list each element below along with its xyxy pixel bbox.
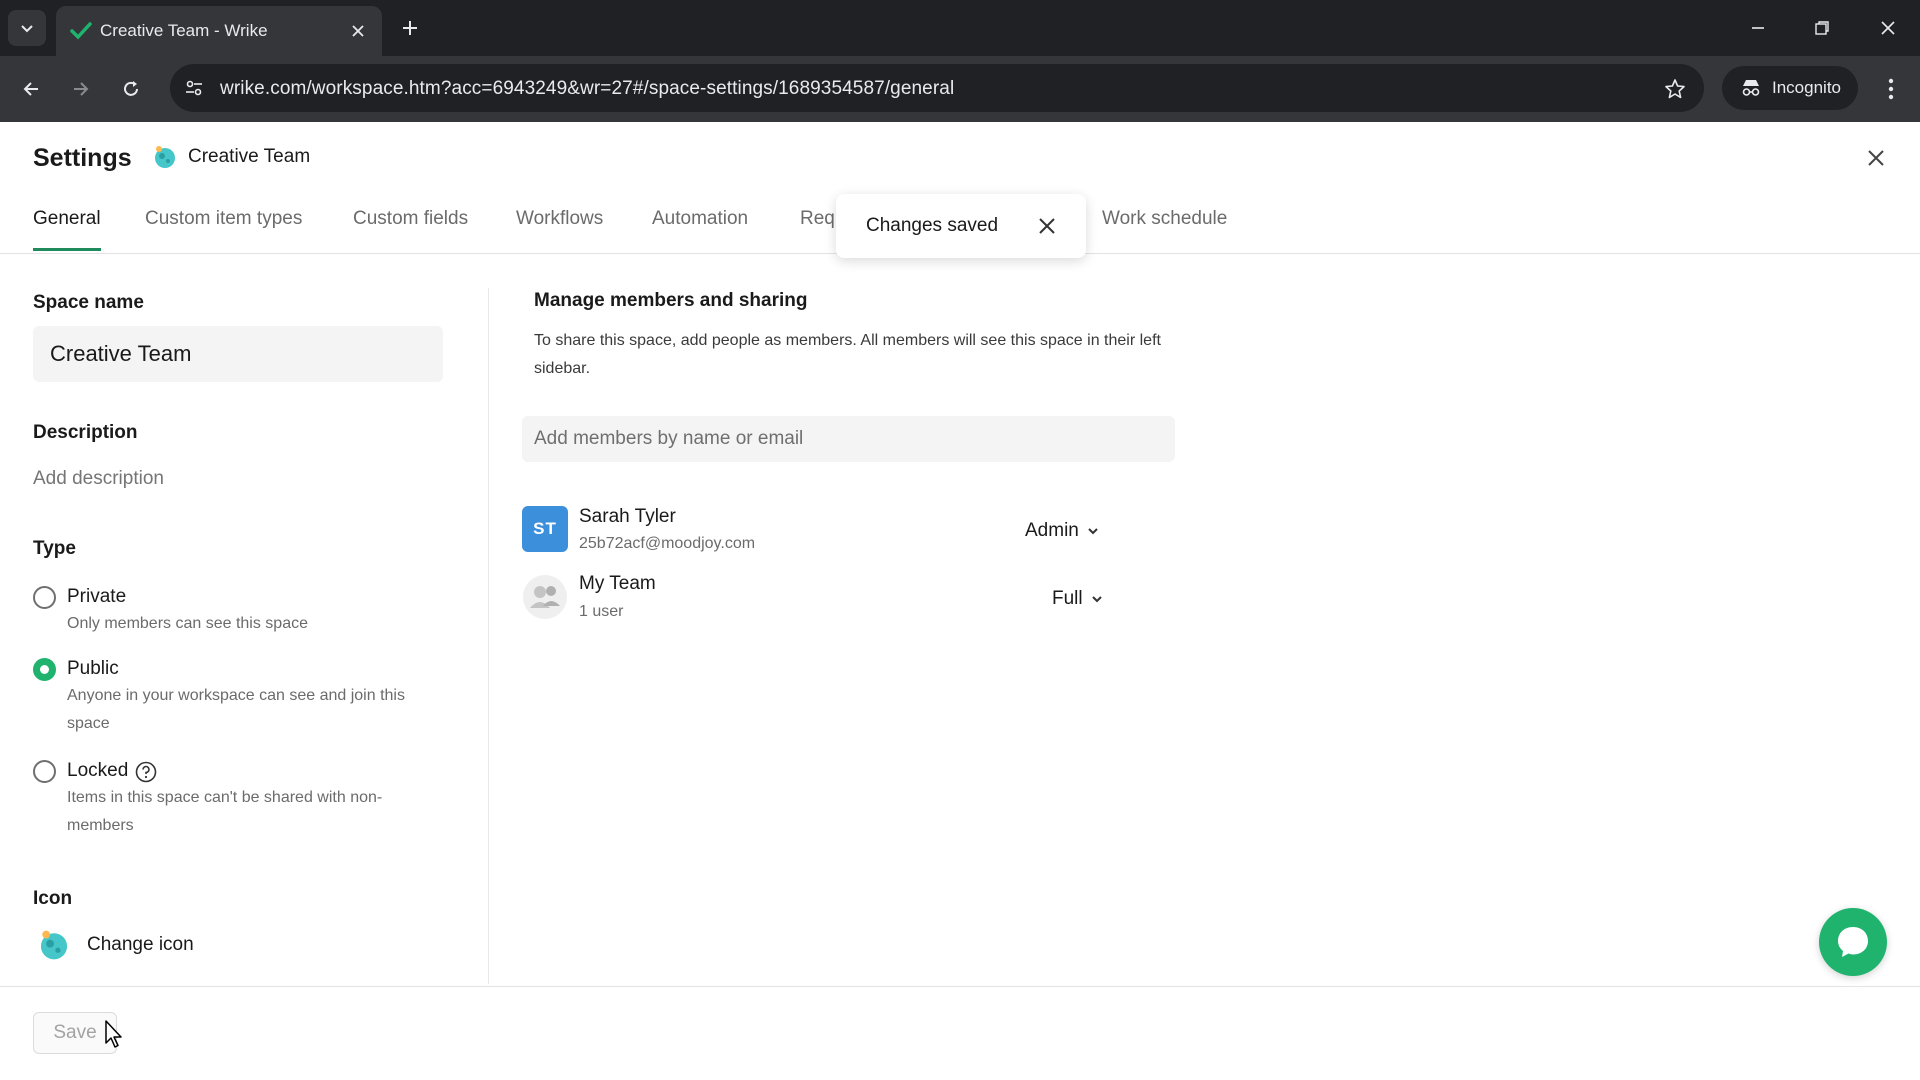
space-globe-icon xyxy=(40,930,68,960)
tab-search-button[interactable] xyxy=(8,10,46,46)
space-name-input[interactable]: Creative Team xyxy=(33,326,443,382)
role-label: Admin xyxy=(1025,520,1079,541)
chevron-down-icon xyxy=(21,25,33,33)
site-settings-icon[interactable] xyxy=(182,76,206,100)
space-globe-icon xyxy=(155,146,175,168)
restore-icon[interactable] xyxy=(1806,12,1838,44)
space-name-label: Space name xyxy=(33,292,144,313)
description-label: Description xyxy=(33,422,138,443)
change-icon-button[interactable]: Change icon xyxy=(37,928,194,962)
tab-requests[interactable]: Req xyxy=(800,208,835,230)
tab-workflows[interactable]: Workflows xyxy=(516,208,603,230)
team-avatar-icon xyxy=(522,574,568,620)
active-tab-indicator xyxy=(33,248,101,251)
browser-toolbar: wrike.com/workspace.htm?acc=6943249&wr=2… xyxy=(0,56,1920,122)
chevron-down-icon xyxy=(1091,596,1102,603)
icon-label: Icon xyxy=(33,888,73,909)
radio-private-desc: Only members can see this space xyxy=(67,615,308,632)
role-label: Full xyxy=(1052,588,1083,609)
tab-custom-item-types[interactable]: Custom item types xyxy=(145,208,302,230)
new-tab-plus-icon[interactable] xyxy=(396,14,424,42)
footer-divider xyxy=(0,986,1920,987)
change-icon-label[interactable]: Change icon xyxy=(87,934,194,956)
space-name-header: Creative Team xyxy=(188,146,311,167)
tab-general[interactable]: General xyxy=(33,208,101,230)
chevron-down-icon xyxy=(1088,528,1098,535)
space-chip: Creative Team xyxy=(152,144,310,170)
changes-saved-toast: Changes saved xyxy=(836,194,1086,258)
tab-automation[interactable]: Automation xyxy=(652,208,748,230)
tab-title: Creative Team - Wrike xyxy=(100,21,268,40)
role-dropdown-admin[interactable]: Admin xyxy=(1025,520,1099,542)
toast-close-icon[interactable] xyxy=(1034,213,1060,239)
address-bar[interactable]: wrike.com/workspace.htm?acc=6943249&wr=2… xyxy=(170,64,1704,112)
column-divider xyxy=(488,288,489,984)
type-label: Type xyxy=(33,538,76,559)
minimize-icon[interactable] xyxy=(1742,12,1774,44)
member-email: 25b72acf@moodjoy.com xyxy=(579,535,756,552)
radio-locked-label[interactable]: Locked xyxy=(67,760,128,782)
radio-public-desc: Anyone in your workspace can see and joi… xyxy=(67,687,405,732)
url-text[interactable]: wrike.com/workspace.htm?acc=6943249&wr=2… xyxy=(220,78,954,100)
radio-private-label[interactable]: Private xyxy=(67,586,126,608)
tab-custom-fields[interactable]: Custom fields xyxy=(353,208,468,230)
window-close-icon[interactable] xyxy=(1872,12,1904,44)
incognito-indicator[interactable]: Incognito xyxy=(1722,66,1858,110)
forward-arrow-icon[interactable] xyxy=(64,72,98,106)
radio-locked-desc: Items in this space can't be shared with… xyxy=(67,789,383,834)
toast-text: Changes saved xyxy=(866,215,999,236)
bookmark-star-icon[interactable] xyxy=(1662,76,1688,102)
browser-tabstrip: Creative Team - Wrike xyxy=(0,0,1920,56)
radio-locked[interactable] xyxy=(33,760,56,783)
tab-close-icon[interactable] xyxy=(346,19,370,43)
browser-menu-icon[interactable] xyxy=(1876,72,1906,106)
radio-private[interactable] xyxy=(33,586,56,609)
incognito-label: Incognito xyxy=(1772,78,1841,97)
member-count: 1 user xyxy=(579,603,624,620)
wrike-check-icon xyxy=(70,22,92,40)
help-circle-icon[interactable] xyxy=(134,760,158,784)
close-settings-icon[interactable] xyxy=(1860,142,1892,174)
radio-public-label[interactable]: Public xyxy=(67,658,119,680)
role-dropdown-full[interactable]: Full xyxy=(1052,588,1103,610)
back-arrow-icon[interactable] xyxy=(14,72,48,106)
tab-work-schedule[interactable]: Work schedule xyxy=(1102,208,1227,230)
members-description: To share this space, add people as membe… xyxy=(534,332,1161,377)
description-input[interactable]: Add description xyxy=(33,468,164,490)
mouse-cursor-icon xyxy=(105,1020,122,1048)
radio-public[interactable] xyxy=(33,658,56,681)
settings-header: Settings Creative Team xyxy=(0,122,1920,182)
chat-bubble-button[interactable] xyxy=(1819,908,1887,976)
avatar-sarah-tyler: ST xyxy=(522,506,568,552)
reload-icon[interactable] xyxy=(114,72,148,106)
browser-tab-active[interactable]: Creative Team - Wrike xyxy=(56,6,382,56)
incognito-icon xyxy=(1742,80,1760,96)
settings-panel: Settings Creative Team General Custom it… xyxy=(0,122,1920,1080)
member-name: My Team xyxy=(579,573,656,594)
add-members-input[interactable]: Add members by name or email xyxy=(522,416,1175,462)
members-title: Manage members and sharing xyxy=(534,290,808,311)
page-title: Settings xyxy=(33,144,132,172)
chat-icon xyxy=(1838,927,1868,957)
member-name: Sarah Tyler xyxy=(579,506,676,527)
